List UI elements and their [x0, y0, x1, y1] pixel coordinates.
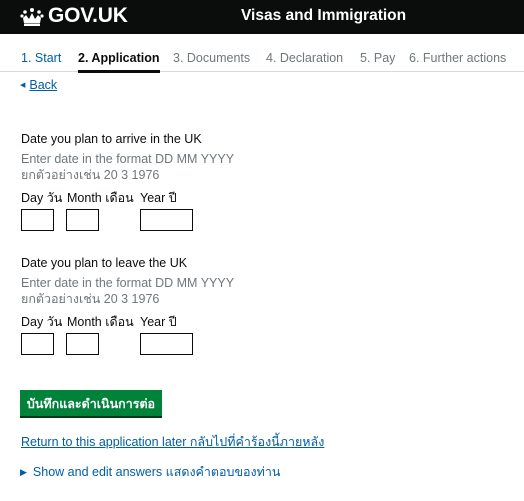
arrive-day-input[interactable] — [21, 209, 54, 231]
show-edit-answers-toggle[interactable]: ▶ Show and edit answers แสดงคำตอบของท่าน — [20, 464, 280, 480]
step-declaration: 4. Declaration — [266, 51, 344, 65]
arrive-month-label: Month เดือน — [67, 191, 134, 205]
step-pay: 5. Pay — [360, 51, 396, 65]
step-further-actions: 6. Further actions — [409, 51, 507, 65]
progress-steps: 1. Start 2. Application 3. Documents 4. … — [0, 44, 524, 73]
leave-year-label: Year ปี — [140, 315, 177, 329]
step-documents: 3. Documents — [173, 51, 251, 65]
back-arrow-icon: ◀ — [20, 82, 26, 89]
leave-date-title: Date you plan to leave the UK — [21, 256, 188, 270]
back-link-label: Back — [29, 78, 58, 92]
disclosure-triangle-icon: ▶ — [20, 467, 27, 477]
step-start[interactable]: 1. Start — [21, 50, 61, 66]
return-later-link[interactable]: Return to this application later กลับไปท… — [21, 434, 324, 450]
show-edit-answers-label: Show and edit answers แสดงคำตอบของท่าน — [32, 465, 281, 479]
save-and-continue-button[interactable]: บันทึกและดำเนินการต่อ — [20, 390, 162, 416]
arrive-date-title: Date you plan to arrive in the UK — [21, 132, 202, 146]
leave-date-hint-thai: ยกตัวอย่างเช่น 20 3 1976 — [21, 292, 160, 306]
crown-logo-icon — [20, 8, 44, 26]
govuk-logo-text[interactable]: GOV.UK — [48, 3, 128, 29]
service-name[interactable]: Visas and Immigration — [241, 6, 406, 26]
leave-year-input[interactable] — [140, 333, 193, 355]
back-link[interactable]: ◀ Back — [20, 77, 57, 94]
govuk-header: GOV.UK Visas and Immigration — [0, 0, 524, 34]
arrive-day-label: Day วัน — [21, 191, 63, 205]
leave-month-input[interactable] — [66, 333, 99, 355]
leave-date-hint: Enter date in the format DD MM YYYY — [21, 276, 235, 290]
arrive-year-label: Year ปี — [140, 191, 177, 205]
arrive-date-hint-thai: ยกตัวอย่างเช่น 20 3 1976 — [21, 168, 160, 182]
arrive-date-hint: Enter date in the format DD MM YYYY — [21, 152, 235, 166]
arrive-year-input[interactable] — [140, 209, 193, 231]
leave-day-label: Day วัน — [21, 315, 63, 329]
leave-month-label: Month เดือน — [67, 315, 134, 329]
leave-day-input[interactable] — [21, 333, 54, 355]
step-application: 2. Application — [78, 50, 160, 73]
arrive-month-input[interactable] — [66, 209, 99, 231]
